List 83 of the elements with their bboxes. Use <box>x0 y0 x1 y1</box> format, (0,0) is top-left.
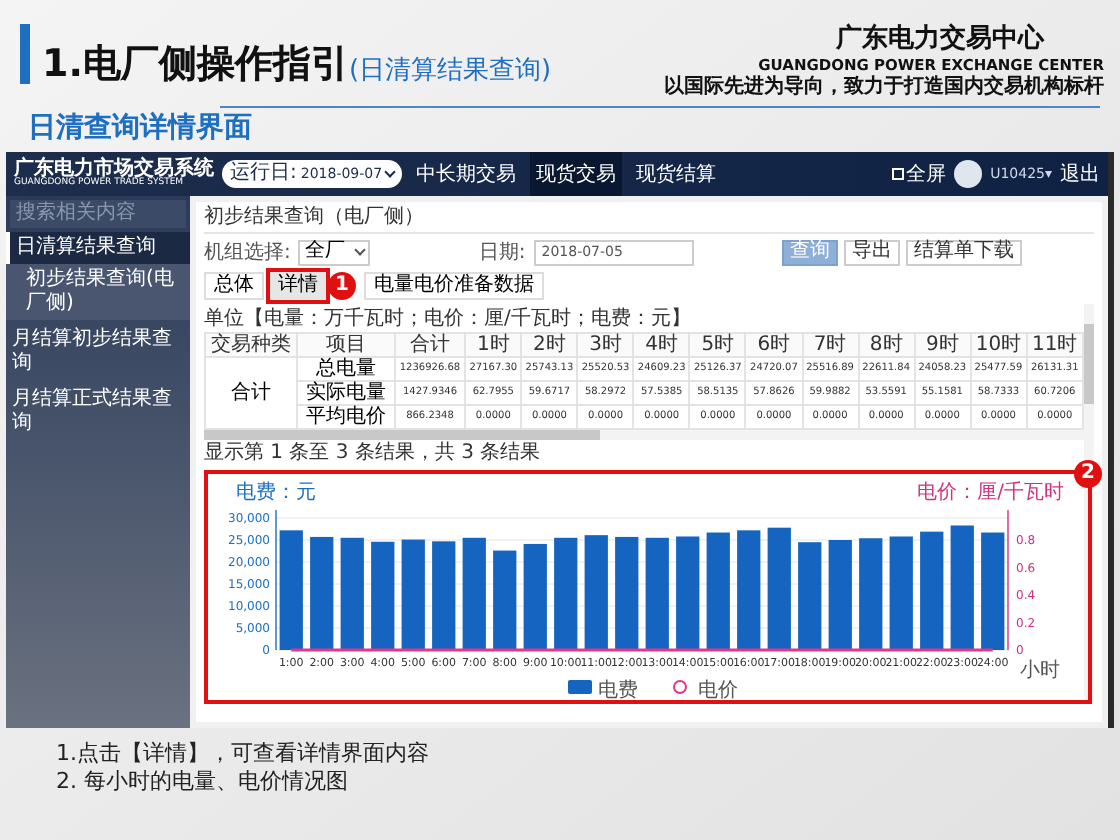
org-slogan: 以国际先进为导向，致力于打造国内交易机构标杆 <box>664 76 1104 100</box>
column-header: 7时 <box>802 333 859 357</box>
sidebar-item[interactable]: 月结算初步结果查询 <box>6 324 190 380</box>
column-header: 6时 <box>745 333 802 357</box>
callout-number: 2 <box>1074 460 1102 488</box>
bar <box>371 541 395 650</box>
table-cell: 总电量 <box>297 357 395 381</box>
bar <box>615 536 639 650</box>
sidebar-subitem[interactable]: 初步结果查询(电厂侧) <box>6 264 190 320</box>
panel-title: 初步结果查询（电厂侧） <box>204 204 1094 234</box>
slide-title: 1.电厂侧操作指引 <box>42 46 349 84</box>
table-cell: 实际电量 <box>297 381 395 405</box>
tab[interactable]: 详情 <box>270 272 326 300</box>
bar <box>767 527 791 650</box>
avatar <box>954 160 983 188</box>
legend-label: 电价 <box>698 680 738 700</box>
sidebar-item[interactable]: 月结算正式结果查询 <box>6 384 190 440</box>
tab[interactable]: 总体 <box>204 272 264 300</box>
tab[interactable]: 电量电价准备数据 <box>364 272 544 300</box>
bar <box>584 535 608 650</box>
action-button[interactable]: 结算单下载 <box>905 239 1022 265</box>
bar <box>798 542 822 650</box>
expand-icon <box>892 168 905 180</box>
nav-tab[interactable]: 现货交易 <box>530 152 623 196</box>
column-header: 项目 <box>297 333 395 357</box>
chevron-down-icon <box>384 166 396 178</box>
bar <box>401 539 425 650</box>
bar <box>859 538 883 650</box>
bar <box>706 532 730 650</box>
column-header: 3时 <box>577 333 634 357</box>
column-header: 4时 <box>633 333 690 357</box>
callout-number: 1 <box>328 272 356 300</box>
field-label: 机组选择: <box>204 239 291 267</box>
bar <box>889 536 913 650</box>
bar <box>981 532 1005 650</box>
bar <box>828 540 852 650</box>
action-button[interactable]: 导出 <box>843 239 900 265</box>
bar <box>310 536 334 650</box>
column-header: 2时 <box>521 333 578 357</box>
note-text: 2. 每小时的电量、电价情况图 <box>56 768 350 796</box>
bar <box>554 537 578 650</box>
column-header: 1时 <box>465 333 522 357</box>
nav-tab[interactable]: 中长期交易 <box>410 152 523 196</box>
vertical-scrollbar[interactable] <box>1084 304 1094 704</box>
column-header: 11时 <box>1026 333 1083 357</box>
results-summary: 显示第 1 条至 3 条结果，共 3 条结果 <box>204 440 543 466</box>
field-label: 日期: <box>478 239 526 267</box>
system-logo-name: 广东电力市场交易系统 <box>14 159 214 180</box>
axis-title: 小时 <box>1020 660 1060 682</box>
units-note: 单位【电量：万千瓦时；电价：厘/千瓦时；电费：元】 <box>204 308 693 332</box>
fullscreen-button[interactable]: 全屏 <box>892 159 947 189</box>
slide-subtitle: (日清算结果查询) <box>348 58 552 84</box>
bar <box>432 541 456 650</box>
bar <box>462 537 486 650</box>
bar <box>523 543 547 650</box>
axis-title: 电价：厘/千瓦时 <box>917 482 1064 504</box>
logout-button[interactable]: 退出 <box>1060 159 1100 189</box>
bar <box>493 550 517 650</box>
nav-tab[interactable]: 现货结算 <box>630 152 723 196</box>
bar <box>676 536 700 650</box>
accent-bar <box>20 24 30 84</box>
column-header: 5时 <box>689 333 746 357</box>
bar <box>737 530 761 650</box>
bar <box>340 537 364 650</box>
org-name: 广东电力交易中心 <box>836 24 1047 56</box>
bar <box>950 525 974 650</box>
column-header: 8时 <box>858 333 915 357</box>
column-header: 10时 <box>970 333 1027 357</box>
legend-marker <box>673 680 687 694</box>
axis-title: 电费：元 <box>236 482 316 504</box>
legend-swatch <box>568 680 592 694</box>
column-header: 交易种类 <box>205 333 298 357</box>
note-text: 1.点击【详情】，可查看详情界面内容 <box>56 740 431 768</box>
column-header: 合计 <box>394 333 466 357</box>
column-header: 9时 <box>914 333 971 357</box>
chevron-down-icon <box>355 244 367 256</box>
bar <box>645 537 669 650</box>
horizontal-scrollbar[interactable] <box>204 430 1084 440</box>
section-title: 日清查询详情界面 <box>26 109 254 148</box>
bar <box>920 531 944 650</box>
unit-select[interactable]: 全厂 <box>298 239 371 265</box>
legend-label: 电费 <box>598 680 638 700</box>
sidebar-item[interactable]: 日清算结果查询 <box>6 232 190 264</box>
